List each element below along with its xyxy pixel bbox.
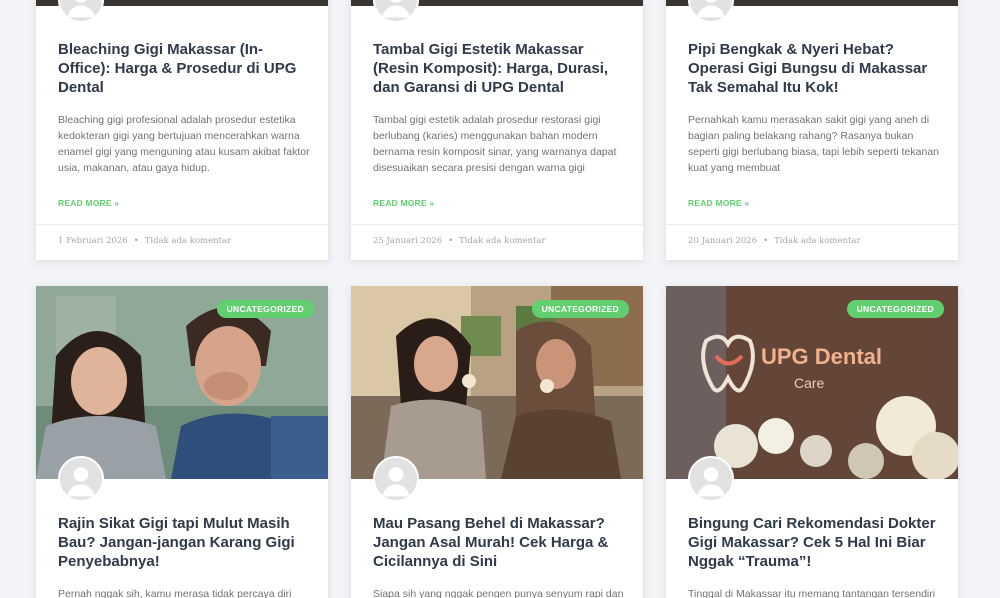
read-more-link[interactable]: READ MORE » bbox=[373, 198, 434, 208]
post-date: 1 Februari 2026 bbox=[58, 236, 128, 246]
sign-text: UPG Dental bbox=[761, 344, 882, 369]
author-avatar bbox=[58, 456, 104, 502]
post-excerpt: Bleaching gigi profesional adalah prosed… bbox=[58, 114, 310, 174]
user-silhouette-icon bbox=[375, 0, 417, 21]
post-excerpt: Pernah nggak sih, kamu merasa tidak perc… bbox=[58, 588, 292, 598]
author-avatar bbox=[688, 456, 734, 502]
comment-count[interactable]: Tidak ada komentar bbox=[145, 236, 231, 246]
comment-count[interactable]: Tidak ada komentar bbox=[774, 236, 860, 246]
post-meta: 20 Januari 2026 • Tidak ada komentar bbox=[666, 224, 958, 260]
author-avatar bbox=[373, 456, 419, 502]
category-badge[interactable]: UNCATEGORIZED bbox=[846, 300, 944, 318]
category-badge[interactable]: UNCATEGORIZED bbox=[216, 300, 314, 318]
author-avatar bbox=[373, 0, 419, 23]
post-featured-image[interactable]: UPG Dental Care UNCATEGORIZED bbox=[666, 286, 958, 479]
meta-separator: • bbox=[133, 236, 139, 246]
post-date: 20 Januari 2026 bbox=[688, 236, 758, 246]
post-card[interactable]: Pipi Bengkak & Nyeri Hebat? Operasi Gigi… bbox=[666, 0, 958, 260]
post-title[interactable]: Tambal Gigi Estetik Makassar (Resin Komp… bbox=[373, 40, 623, 97]
user-silhouette-icon bbox=[60, 0, 102, 21]
sign-subtext: Care bbox=[794, 375, 825, 391]
post-card[interactable]: UNCATEGORIZED Mau Pasang Behel di Makass… bbox=[351, 286, 643, 598]
post-excerpt: Siapa sih yang nggak pengen punya senyum… bbox=[373, 588, 624, 598]
post-title[interactable]: Rajin Sikat Gigi tapi Mulut Masih Bau? J… bbox=[58, 514, 308, 571]
post-excerpt: Pernahkah kamu merasakan sakit gigi yang… bbox=[688, 114, 940, 174]
user-silhouette-icon bbox=[690, 458, 732, 500]
post-featured-image[interactable]: UNCATEGORIZED bbox=[36, 286, 328, 479]
user-silhouette-icon bbox=[60, 458, 102, 500]
post-featured-image[interactable]: UNCATEGORIZED bbox=[351, 286, 643, 479]
post-excerpt: Tinggal di Makassar itu memang tantangan… bbox=[688, 588, 936, 598]
read-more-link[interactable]: READ MORE » bbox=[688, 198, 749, 208]
meta-separator: • bbox=[448, 236, 454, 246]
meta-separator: • bbox=[763, 236, 769, 246]
post-date: 25 Januari 2026 bbox=[373, 236, 443, 246]
comment-count[interactable]: Tidak ada komentar bbox=[459, 236, 545, 246]
post-card[interactable]: UPG Dental Care UNCATEGORIZED Bingung Ca… bbox=[666, 286, 958, 598]
post-meta: 25 Januari 2026 • Tidak ada komentar bbox=[351, 224, 643, 260]
post-excerpt: Tambal gigi estetik adalah prosedur rest… bbox=[373, 114, 617, 174]
post-meta: 1 Februari 2026 • Tidak ada komentar bbox=[36, 224, 328, 260]
post-card[interactable]: UNCATEGORIZED Rajin Sikat Gigi tapi Mulu… bbox=[36, 286, 328, 598]
author-avatar bbox=[688, 0, 734, 23]
read-more-link[interactable]: READ MORE » bbox=[58, 198, 119, 208]
category-badge[interactable]: UNCATEGORIZED bbox=[531, 300, 629, 318]
post-card[interactable]: Bleaching Gigi Makassar (In-Office): Har… bbox=[36, 0, 328, 260]
author-avatar bbox=[58, 0, 104, 23]
post-title[interactable]: Pipi Bengkak & Nyeri Hebat? Operasi Gigi… bbox=[688, 40, 938, 97]
user-silhouette-icon bbox=[375, 458, 417, 500]
post-card[interactable]: Tambal Gigi Estetik Makassar (Resin Komp… bbox=[351, 0, 643, 260]
user-silhouette-icon bbox=[690, 0, 732, 21]
post-title[interactable]: Bleaching Gigi Makassar (In-Office): Har… bbox=[58, 40, 308, 97]
post-title[interactable]: Mau Pasang Behel di Makassar? Jangan Asa… bbox=[373, 514, 623, 571]
post-title[interactable]: Bingung Cari Rekomendasi Dokter Gigi Mak… bbox=[688, 514, 938, 571]
